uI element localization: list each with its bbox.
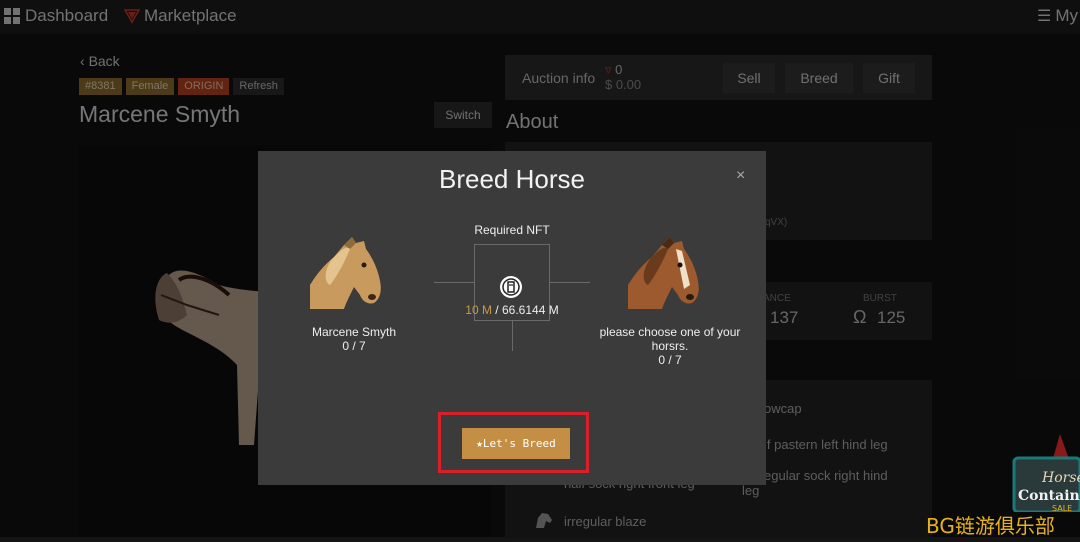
nft-required-amount: 10 M [465, 303, 492, 317]
nft-amount-separator: / [491, 303, 502, 317]
breed-horse-modal: Breed Horse × Marcene Smyth 0 / 7 Requir… [258, 151, 766, 485]
connector-line-bottom [512, 321, 513, 351]
selected-horse-portrait [310, 237, 381, 309]
close-icon[interactable]: × [736, 167, 745, 185]
selected-horse-name: Marcene Smyth [311, 325, 397, 339]
horse-container-promo-badge[interactable]: Horse Contain SALE [1000, 432, 1080, 512]
connector-line-right [550, 282, 590, 283]
nft-token-icon [500, 276, 522, 298]
svg-text:Contain: Contain [1018, 488, 1080, 504]
selected-horse-breed-count: 0 / 7 [342, 339, 366, 353]
nft-amounts: 10 M / 66.6144 M [454, 303, 570, 317]
lets-breed-button[interactable]: ★Let's Breed [462, 428, 570, 459]
choose-horse-breed-count: 0 / 7 [658, 353, 682, 367]
required-nft-label: Required NFT [474, 223, 550, 237]
modal-title: Breed Horse [439, 164, 585, 194]
svg-text:Horse: Horse [1041, 470, 1080, 486]
choose-horse-slot[interactable] [628, 235, 702, 309]
connector-line-left [434, 282, 474, 283]
svg-text:SALE: SALE [1052, 504, 1072, 512]
nft-owned-amount: 66.6144 M [501, 303, 559, 317]
choose-horse-prompt: please choose one of your horsrs. [599, 325, 741, 353]
watermark-text: BG链游俱乐部 [926, 514, 1055, 538]
